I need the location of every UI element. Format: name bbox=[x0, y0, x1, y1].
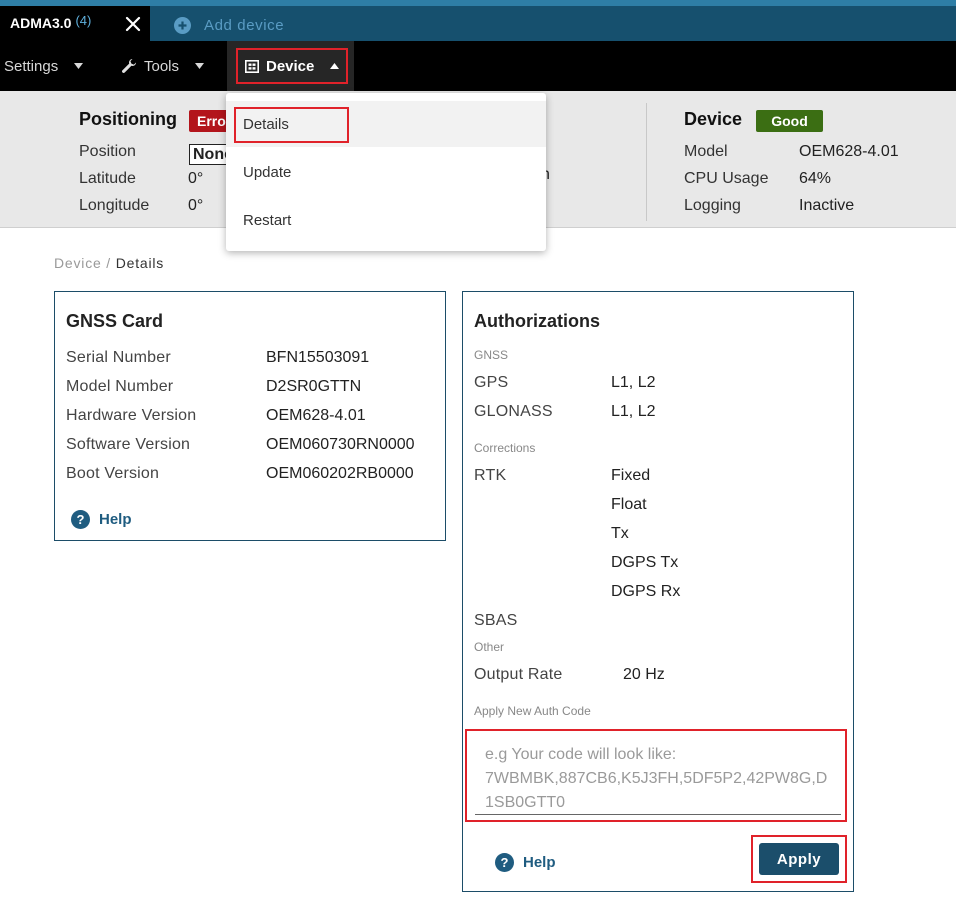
rtk-label: RTK bbox=[474, 467, 507, 484]
menu-settings[interactable]: Settings bbox=[4, 41, 84, 91]
glonass-label: GLONASS bbox=[474, 403, 553, 420]
hardware-version-value: OEM628-4.01 bbox=[266, 407, 366, 424]
chevron-down-icon bbox=[74, 63, 84, 69]
auth-help-label: Help bbox=[523, 854, 556, 871]
device-chip-icon bbox=[245, 59, 259, 73]
corrections-section-label: Corrections bbox=[474, 441, 536, 455]
latitude-value: 0° bbox=[188, 170, 204, 187]
auth-code-highlight bbox=[465, 729, 847, 822]
help-icon: ? bbox=[71, 510, 90, 529]
apply-auth-code-section-label: Apply New Auth Code bbox=[474, 704, 591, 718]
dropdown-item-update[interactable]: Update bbox=[226, 149, 546, 195]
status-divider bbox=[646, 103, 647, 221]
breadcrumb-parent[interactable]: Device bbox=[54, 255, 102, 271]
model-number-value: D2SR0GTTN bbox=[266, 378, 362, 395]
breadcrumb-current: Details bbox=[115, 255, 165, 271]
rtk-value-dgps-rx: DGPS Rx bbox=[611, 583, 681, 600]
device-title: Device bbox=[684, 109, 743, 129]
menu-device-label: Device bbox=[266, 57, 315, 75]
dropdown-item-details[interactable]: Details bbox=[226, 101, 546, 147]
breadcrumb-separator: / bbox=[106, 255, 111, 271]
gps-value: L1, L2 bbox=[611, 374, 656, 391]
boot-version-value: OEM060202RB0000 bbox=[266, 465, 414, 482]
apply-highlight: Apply bbox=[751, 835, 847, 883]
chevron-down-icon bbox=[195, 63, 205, 69]
add-device-label: Add device bbox=[204, 17, 285, 34]
rtk-value-float: Float bbox=[611, 496, 647, 513]
gnss-help-link[interactable]: ? Help bbox=[71, 510, 132, 529]
dropdown-item-restart-label: Restart bbox=[243, 211, 292, 229]
plus-circle-icon bbox=[174, 17, 191, 34]
gnss-card-title: GNSS Card bbox=[66, 311, 164, 331]
model-number-label: Model Number bbox=[66, 378, 174, 395]
model-label: Model bbox=[684, 143, 728, 160]
dropdown-item-update-label: Update bbox=[243, 163, 292, 181]
svg-text:?: ? bbox=[77, 512, 85, 527]
help-icon: ? bbox=[495, 853, 514, 872]
menu-tools-label: Tools bbox=[144, 57, 180, 75]
svg-text:?: ? bbox=[501, 855, 509, 870]
close-icon[interactable] bbox=[124, 15, 142, 33]
software-version-label: Software Version bbox=[66, 436, 191, 453]
glonass-value: L1, L2 bbox=[611, 403, 656, 420]
breadcrumb: Device / Details bbox=[54, 255, 164, 271]
chevron-up-icon bbox=[330, 63, 340, 69]
details-highlight bbox=[234, 107, 349, 143]
rtk-value-tx: Tx bbox=[611, 525, 629, 542]
sbas-label: SBAS bbox=[474, 612, 518, 629]
tab-count: (4) bbox=[75, 13, 92, 28]
serial-number-label: Serial Number bbox=[66, 349, 171, 366]
model-value: OEM628-4.01 bbox=[799, 143, 899, 160]
hardware-version-label: Hardware Version bbox=[66, 407, 197, 424]
position-label: Position bbox=[79, 143, 136, 160]
menu-settings-label: Settings bbox=[4, 57, 59, 75]
auth-code-input[interactable] bbox=[475, 735, 841, 815]
menu-device-highlight[interactable]: Device bbox=[236, 48, 348, 84]
output-rate-value: 20 Hz bbox=[623, 666, 665, 683]
positioning-title: Positioning bbox=[79, 109, 177, 129]
gnss-help-label: Help bbox=[99, 511, 132, 528]
tab-title: ADMA3.0 bbox=[10, 14, 72, 31]
tab-adma[interactable]: ADMA3.0 (4) bbox=[0, 6, 150, 41]
menu-bar: Settings Tools Device bbox=[0, 41, 956, 91]
longitude-label: Longitude bbox=[79, 197, 150, 214]
apply-button[interactable]: Apply bbox=[759, 843, 839, 875]
device-dropdown-menu: Details Update Restart bbox=[226, 93, 546, 251]
software-version-value: OEM060730RN0000 bbox=[266, 436, 415, 453]
logging-label: Logging bbox=[684, 197, 741, 214]
serial-number-value: BFN15503091 bbox=[266, 349, 370, 366]
rtk-value-fixed: Fixed bbox=[611, 467, 651, 484]
menu-device[interactable]: Device bbox=[227, 41, 354, 91]
boot-version-label: Boot Version bbox=[66, 465, 160, 482]
other-section-label: Other bbox=[474, 640, 505, 654]
tab-bar: ADMA3.0 (4) Add device bbox=[0, 6, 956, 41]
logging-value: Inactive bbox=[799, 197, 855, 214]
auth-help-link[interactable]: ? Help bbox=[495, 853, 556, 872]
latitude-label: Latitude bbox=[79, 170, 136, 187]
rtk-value-dgps-tx: DGPS Tx bbox=[611, 554, 679, 571]
output-rate-label: Output Rate bbox=[474, 666, 563, 683]
longitude-value: 0° bbox=[188, 197, 204, 214]
wrench-icon bbox=[122, 59, 136, 73]
cpu-usage-label: CPU Usage bbox=[684, 170, 769, 187]
authorizations-title: Authorizations bbox=[474, 311, 600, 331]
gps-label: GPS bbox=[474, 374, 509, 391]
gnss-card: GNSS Card Serial Number BFN15503091 Mode… bbox=[54, 291, 446, 541]
device-status-badge: Good bbox=[756, 110, 823, 132]
gnss-section-label: GNSS bbox=[474, 348, 509, 362]
position-value: None bbox=[189, 144, 229, 165]
add-device-button[interactable]: Add device bbox=[174, 17, 284, 34]
menu-tools[interactable]: Tools bbox=[121, 41, 205, 91]
cpu-usage-value: 64% bbox=[799, 170, 832, 187]
dropdown-item-restart[interactable]: Restart bbox=[226, 197, 546, 243]
